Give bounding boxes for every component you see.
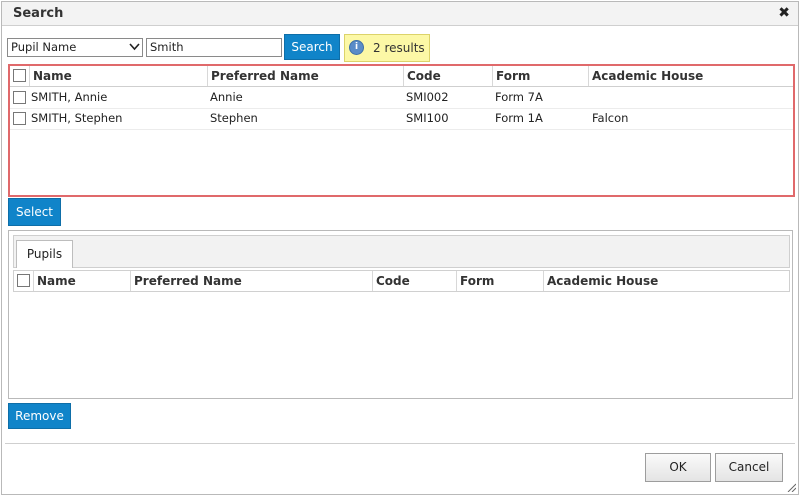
search-field-value: Pupil Name bbox=[11, 40, 77, 54]
results-count-badge: i 2 results bbox=[344, 34, 430, 62]
select-all-checkbox[interactable] bbox=[17, 274, 30, 287]
column-header-preferred-name[interactable]: Preferred Name bbox=[208, 66, 404, 86]
cell-code: SMI100 bbox=[406, 111, 449, 125]
cell-preferred-name: Annie bbox=[210, 90, 243, 104]
header-select-all-cell bbox=[10, 66, 30, 86]
chevron-down-icon bbox=[129, 43, 140, 51]
column-header-form[interactable]: Form bbox=[493, 66, 589, 86]
cell-academic-house bbox=[589, 87, 592, 108]
cell-form: Form 7A bbox=[495, 90, 543, 104]
column-header-code[interactable]: Code bbox=[404, 66, 493, 86]
search-input-value: Smith bbox=[150, 40, 184, 54]
row-checkbox[interactable] bbox=[13, 112, 26, 125]
column-header-form[interactable]: Form bbox=[457, 271, 544, 291]
footer-divider bbox=[5, 443, 795, 444]
search-field-select[interactable]: Pupil Name bbox=[7, 38, 143, 57]
table-row[interactable]: SMITH, Stephen Stephen SMI100 Form 1A Fa… bbox=[10, 108, 793, 130]
column-header-code[interactable]: Code bbox=[373, 271, 457, 291]
select-all-checkbox[interactable] bbox=[13, 69, 26, 82]
row-checkbox[interactable] bbox=[13, 91, 26, 104]
results-grid: Name Preferred Name Code Form Academic H… bbox=[8, 64, 795, 197]
column-header-academic-house[interactable]: Academic House bbox=[544, 271, 789, 291]
tab-pupils[interactable]: Pupils bbox=[16, 240, 73, 268]
column-header-academic-house[interactable]: Academic House bbox=[589, 66, 793, 86]
results-grid-header: Name Preferred Name Code Form Academic H… bbox=[10, 66, 793, 87]
column-header-name[interactable]: Name bbox=[34, 271, 131, 291]
cell-name: SMITH, Annie bbox=[31, 90, 108, 104]
cell-code: SMI002 bbox=[406, 90, 449, 104]
cell-name: SMITH, Stephen bbox=[31, 111, 123, 125]
column-header-name[interactable]: Name bbox=[30, 66, 208, 86]
ok-button[interactable]: OK bbox=[645, 453, 711, 482]
search-button[interactable]: Search bbox=[284, 34, 340, 60]
resize-grip-icon[interactable] bbox=[786, 482, 796, 492]
header-select-all-cell bbox=[14, 271, 34, 291]
search-dialog: Search ✖ Pupil Name Smith Search i 2 res… bbox=[1, 1, 799, 495]
cell-form: Form 1A bbox=[495, 111, 543, 125]
dialog-title: Search bbox=[13, 6, 64, 21]
title-bar[interactable]: Search ✖ bbox=[2, 2, 798, 26]
cell-preferred-name: Stephen bbox=[210, 111, 258, 125]
cell-academic-house: Falcon bbox=[592, 111, 629, 125]
remove-button[interactable]: Remove bbox=[8, 403, 71, 429]
info-icon: i bbox=[349, 40, 364, 55]
pupils-grid-header: Name Preferred Name Code Form Academic H… bbox=[13, 270, 790, 292]
close-icon[interactable]: ✖ bbox=[778, 5, 790, 21]
search-input[interactable]: Smith bbox=[146, 38, 282, 57]
pupils-panel: Pupils Name Preferred Name Code Form Aca… bbox=[8, 230, 793, 399]
select-button[interactable]: Select bbox=[8, 198, 61, 226]
column-header-preferred-name[interactable]: Preferred Name bbox=[131, 271, 373, 291]
table-row[interactable]: SMITH, Annie Annie SMI002 Form 7A bbox=[10, 87, 793, 109]
cancel-button[interactable]: Cancel bbox=[715, 453, 783, 482]
tab-strip: Pupils bbox=[13, 235, 790, 268]
results-count-text: 2 results bbox=[373, 41, 425, 55]
